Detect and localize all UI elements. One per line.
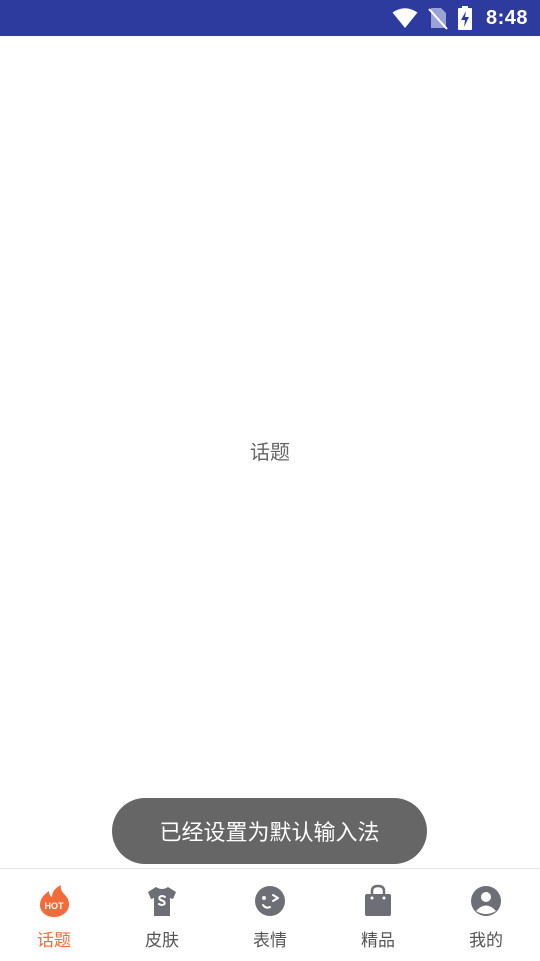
toast-message: 已经设置为默认输入法 <box>112 798 427 864</box>
nav-label-skins: 皮肤 <box>145 931 179 951</box>
hot-flame-icon: HOT <box>40 885 69 917</box>
nav-item-premium[interactable]: 精品 <box>324 869 432 961</box>
status-icons: 8:48 <box>392 0 528 36</box>
nav-label-profile: 我的 <box>469 931 503 951</box>
hot-badge-text: HOT <box>45 901 65 911</box>
nav-label-premium: 精品 <box>361 931 395 951</box>
nav-label-emoji: 表情 <box>253 931 287 951</box>
shopping-bag-icon <box>365 884 391 916</box>
page-content-label: 话题 <box>250 440 290 464</box>
no-sim-icon <box>428 8 448 30</box>
status-bar: 8:48 <box>0 0 540 36</box>
wifi-icon <box>392 8 418 28</box>
tshirt-icon <box>148 887 176 916</box>
status-time: 8:48 <box>485 6 528 29</box>
nav-item-topics[interactable]: HOT 话题 <box>0 869 108 961</box>
bottom-nav: HOT 话题 皮肤 表情 精品 我的 <box>0 868 540 961</box>
wink-face-icon <box>255 886 285 916</box>
user-avatar-icon <box>471 886 501 916</box>
nav-item-profile[interactable]: 我的 <box>432 869 540 961</box>
nav-item-skins[interactable]: 皮肤 <box>108 869 216 961</box>
nav-item-emoji[interactable]: 表情 <box>216 869 324 961</box>
nav-label-topics: 话题 <box>37 931 71 951</box>
battery-charging-icon <box>457 6 472 30</box>
